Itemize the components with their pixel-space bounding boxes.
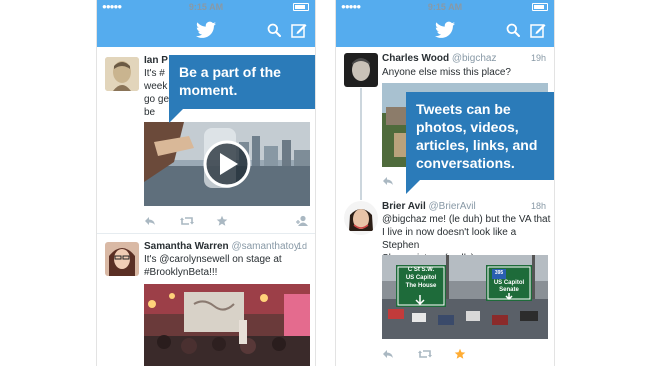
avatar[interactable] [344, 53, 378, 87]
retweet-icon[interactable] [180, 215, 194, 227]
tweet-handle: @BrierAvil [428, 201, 476, 212]
callout-tail [169, 109, 183, 123]
phone-right: ●●●●● 9:15 AM Charles Wood @bigchaz 19h … [335, 0, 555, 366]
avatar[interactable] [105, 57, 139, 91]
tweet-author: Charles Wood [382, 53, 450, 64]
callout-line: conversations. [416, 155, 515, 171]
sign-right-line1: US Capitol [493, 280, 525, 286]
tweet-video[interactable] [144, 122, 310, 206]
status-bar: ●●●●● 9:15 AM [336, 0, 554, 14]
tweet-samantha[interactable]: Samantha Warren @samanthatoy 1d It's @ca… [97, 234, 315, 366]
reply-icon[interactable] [382, 348, 394, 360]
tweet-handle: @bigchaz [451, 53, 497, 64]
status-time: 9:15 AM [427, 2, 463, 12]
callout-line: articles, links, and [416, 137, 538, 153]
phone-left: ●●●●● 9:15 AM Ian P It's # week go ge be… [96, 0, 316, 366]
status-time: 9:15 AM [188, 2, 224, 12]
callout-line: moment. [179, 82, 238, 98]
reply-icon[interactable] [382, 175, 394, 187]
callout-line: Be a part of the [179, 64, 281, 80]
tweet-time: 19h [530, 53, 546, 63]
tweet-time: 18h [530, 201, 546, 211]
callout-tail [406, 180, 420, 194]
callout-line: Tweets can be [416, 101, 511, 117]
sign-left-line2: US Capitol [405, 275, 437, 281]
tweet-photo[interactable]: C St S.W. US Capitol The House 395 US Ca… [382, 255, 548, 339]
avatar[interactable] [105, 242, 139, 276]
compose-icon[interactable] [530, 22, 546, 38]
tweet-author-name[interactable]: Charles Wood @bigchaz [382, 53, 496, 64]
nav-bar [336, 14, 554, 47]
callout-moment: Be a part of the moment. [169, 55, 315, 123]
tweet-text-line: #BrooklynBeta!!! [144, 267, 218, 278]
tweet-text-line: @bigchaz me! (le duh) but the VA that [382, 214, 551, 225]
status-bar: ●●●●● 9:15 AM [97, 0, 315, 14]
search-icon[interactable] [267, 23, 281, 37]
favorite-icon[interactable] [454, 348, 466, 360]
nav-bar [97, 14, 315, 47]
tweet-time: 1d [296, 241, 307, 251]
tweet-photo[interactable] [144, 284, 310, 366]
tweet-text-line: It's @carolynsewell on stage at [144, 254, 282, 265]
tweet-author-name[interactable]: Ian P [144, 55, 168, 66]
search-icon[interactable] [506, 23, 520, 37]
callout-line: photos, videos, [416, 119, 519, 135]
tweet-author: Brier Avil [382, 201, 426, 212]
tweet-author: Samantha Warren [144, 241, 229, 252]
sign-left-line1: C St S.W. [407, 267, 435, 273]
compose-icon[interactable] [291, 22, 307, 38]
tweet-text-line: Anyone else miss this place? [382, 67, 511, 78]
avatar[interactable] [344, 201, 378, 235]
tweet-actions [144, 215, 310, 227]
tweet-actions [382, 348, 548, 360]
sign-right-line2: Senate [499, 287, 519, 293]
tweet-brier[interactable]: Brier Avil @BrierAvil 18h @bigchaz me! (… [336, 197, 554, 366]
tweet-handle: @samanthatoy [231, 241, 299, 252]
battery-icon [532, 3, 548, 11]
follow-icon[interactable] [296, 215, 310, 227]
tweet-author-name[interactable]: Brier Avil @BrierAvil [382, 201, 476, 212]
reply-icon[interactable] [144, 215, 156, 227]
bird-icon[interactable] [435, 21, 455, 39]
tweet-text: Anyone else miss this place? [382, 66, 548, 79]
battery-icon [293, 3, 309, 11]
callout-tweets: Tweets can be photos, videos, articles, … [406, 92, 554, 194]
tweet-author-name[interactable]: Samantha Warren @samanthatoy [144, 241, 299, 252]
tweet-text: It's @carolynsewell on stage at #Brookly… [144, 253, 310, 279]
tweet-text-line: I live in now doesn't look like a Stephe… [382, 227, 517, 251]
favorite-icon[interactable] [216, 215, 228, 227]
sign-left-line3: The House [405, 283, 437, 289]
retweet-icon[interactable] [418, 348, 432, 360]
sign-right-shield: 395 [494, 270, 504, 276]
bird-icon[interactable] [196, 21, 216, 39]
